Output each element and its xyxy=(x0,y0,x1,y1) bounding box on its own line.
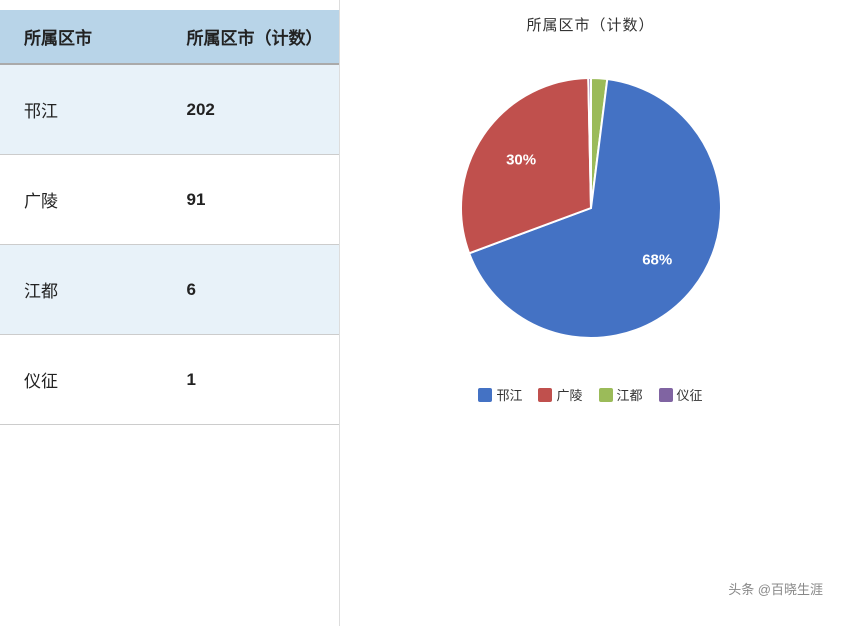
table-body: 邗江 202 广陵 91 江都 6 仪征 1 xyxy=(0,65,339,626)
district-cell: 广陵 xyxy=(0,187,177,212)
count-cell: 1 xyxy=(177,370,340,390)
legend-item-广陵: 广陵 xyxy=(538,385,582,404)
table-row: 江都 6 xyxy=(0,245,339,335)
legend-color-广陵 xyxy=(538,388,552,402)
district-cell: 江都 xyxy=(0,277,177,302)
chart-title: 所属区市（计数） xyxy=(526,14,654,35)
pie-chart: 68% 30% xyxy=(421,53,761,373)
table-section: 所属区市 所属区市（计数） 邗江 202 广陵 91 江都 6 仪征 1 xyxy=(0,0,340,626)
count-cell: 202 xyxy=(177,100,340,120)
header-col-count: 所属区市（计数） xyxy=(177,24,340,49)
table-header: 所属区市 所属区市（计数） xyxy=(0,10,339,65)
table-row: 仪征 1 xyxy=(0,335,339,425)
legend-item-仪征: 仪征 xyxy=(659,385,703,404)
table-row: 广陵 91 xyxy=(0,155,339,245)
district-cell: 邗江 xyxy=(0,97,177,122)
header-col-district: 所属区市 xyxy=(0,24,177,49)
table-row: 邗江 202 xyxy=(0,65,339,155)
legend-color-江都 xyxy=(599,388,613,402)
legend-item-江都: 江都 xyxy=(599,385,643,404)
legend-label-仪征: 仪征 xyxy=(677,385,703,404)
legend: 邗江 广陵 江都 仪征 xyxy=(478,385,702,404)
legend-label-广陵: 广陵 xyxy=(556,385,582,404)
legend-color-邗江 xyxy=(478,388,492,402)
legend-item-邗江: 邗江 xyxy=(478,385,522,404)
app: 所属区市 所属区市（计数） 邗江 202 广陵 91 江都 6 仪征 1 所属区… xyxy=(0,0,841,626)
pie-container: 68% 30% xyxy=(421,53,761,373)
pie-label-邗江: 68% xyxy=(642,251,672,268)
legend-label-邗江: 邗江 xyxy=(496,385,522,404)
legend-label-江都: 江都 xyxy=(617,385,643,404)
chart-section: 所属区市（计数） 68% 30% 邗江 广陵 江都 仪征 头条 @百晓生涯 xyxy=(340,0,841,626)
legend-color-仪征 xyxy=(659,388,673,402)
watermark: 头条 @百晓生涯 xyxy=(728,579,823,598)
district-cell: 仪征 xyxy=(0,367,177,392)
count-cell: 6 xyxy=(177,280,340,300)
pie-label-广陵: 30% xyxy=(506,151,536,168)
count-cell: 91 xyxy=(177,190,340,210)
